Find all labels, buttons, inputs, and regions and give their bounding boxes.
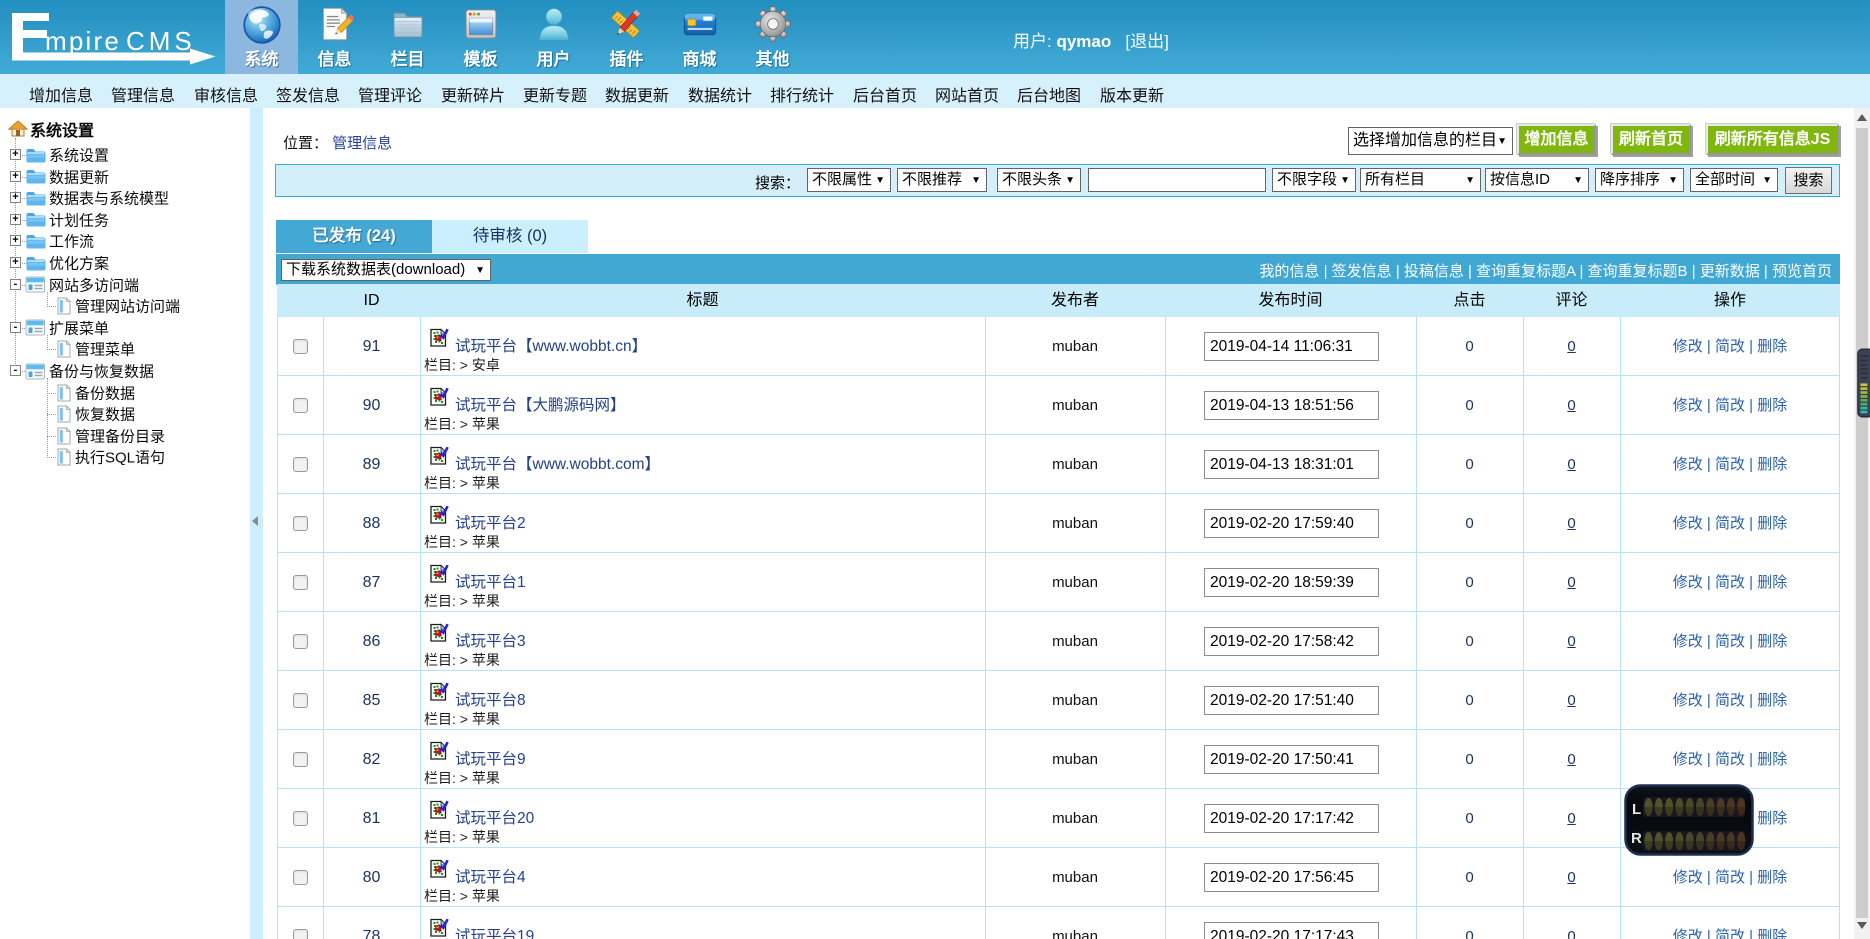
svg-text:L: L <box>1632 801 1641 818</box>
svg-text:R: R <box>1631 830 1642 847</box>
svg-text:CMS: CMS <box>126 26 196 56</box>
svg-text:mpire: mpire <box>45 26 121 56</box>
